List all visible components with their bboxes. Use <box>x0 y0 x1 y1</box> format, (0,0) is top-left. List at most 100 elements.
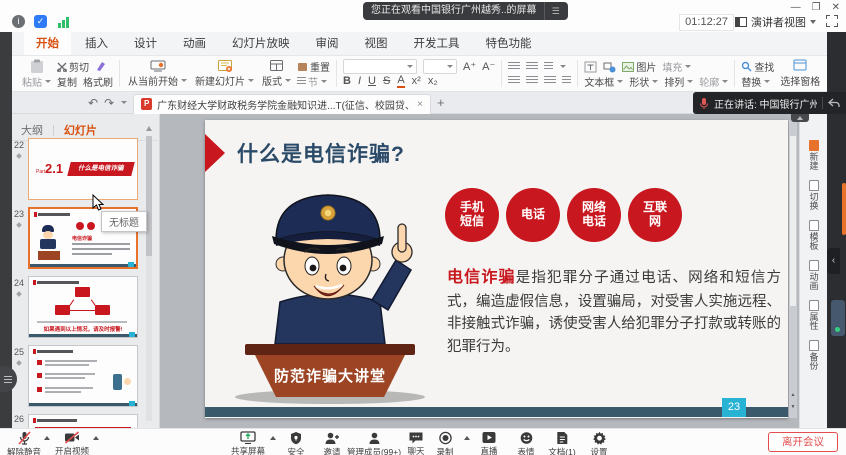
reply-arrow-icon[interactable] <box>828 98 840 108</box>
manage-members-button[interactable]: 管理成员(99+) <box>347 431 401 455</box>
start-video-button[interactable]: 开启视频 <box>55 431 89 455</box>
body-highlight: 电信诈骗 <box>447 269 516 286</box>
section-button[interactable]: 节 <box>297 74 327 89</box>
video-thumbnail-sliver[interactable] <box>831 300 845 336</box>
bold-button[interactable]: B <box>343 75 351 87</box>
new-tab-button[interactable]: + <box>437 95 445 110</box>
picture-button[interactable]: 图片 <box>622 59 656 74</box>
thumbnail-slide-22[interactable]: Part 2.1 什么是电信诈骗 <box>28 138 138 200</box>
chat-button[interactable]: 聊天 <box>407 431 424 455</box>
outline-button[interactable]: 轮廓 <box>699 74 728 89</box>
arrange-button[interactable]: 排列 <box>664 74 693 89</box>
record-button[interactable]: 录制 <box>436 431 453 455</box>
next-slide-button[interactable]: ▼ <box>789 404 797 410</box>
numbered-list-icon[interactable] <box>526 62 538 71</box>
font-size-select[interactable] <box>423 59 457 74</box>
replace-button[interactable]: 替换 <box>741 74 770 89</box>
undo-dropdown-icon[interactable] <box>121 101 127 104</box>
strikethrough-button[interactable]: S <box>383 75 390 87</box>
previous-slide-button[interactable]: ▲ <box>789 392 797 398</box>
security-button[interactable]: 安全 <box>287 431 304 455</box>
cut-button[interactable]: 剪切 <box>57 59 89 74</box>
underline-button[interactable]: U <box>368 75 376 87</box>
tab-review[interactable]: 审阅 <box>304 31 351 55</box>
live-button[interactable]: 直播 <box>480 431 497 455</box>
line-spacing-icon[interactable] <box>562 76 571 85</box>
tab-slideshow[interactable]: 幻灯片放映 <box>220 31 302 55</box>
unmute-button[interactable]: 解除静音 <box>7 431 41 455</box>
shapes-icon[interactable] <box>603 61 616 73</box>
thumbnail-slide-24[interactable]: 如果遇到以上情况，请及时报警! <box>28 276 138 338</box>
docs-button[interactable]: 文档(1) <box>548 431 575 455</box>
textbox-button[interactable]: 文本框 <box>584 74 623 89</box>
sidebar-item-transition[interactable]: 切换 <box>800 180 828 212</box>
leave-meeting-button[interactable]: 离开会议 <box>768 432 838 452</box>
align-right-icon[interactable] <box>544 76 556 85</box>
panel-collapse-button[interactable]: ‹ <box>827 248 840 274</box>
share-screen-button[interactable]: 共享屏幕 <box>231 431 265 455</box>
slide-canvas[interactable]: 什么是电信诈骗? 防范诈骗大讲堂 <box>205 120 788 418</box>
format-painter-button[interactable]: 格式刷 <box>83 74 113 89</box>
layout-button[interactable]: 版式 <box>260 58 293 89</box>
find-button[interactable]: 查找 <box>741 59 774 74</box>
share-options-caret[interactable] <box>270 436 276 440</box>
subscript-button[interactable]: x₂ <box>428 75 438 87</box>
font-family-select[interactable] <box>343 59 417 74</box>
camera-options-caret[interactable] <box>93 436 99 440</box>
format-painter-icon[interactable] <box>95 61 106 72</box>
gear-icon <box>592 431 606 445</box>
document-tab[interactable]: P 广东财经大学财政税务学院金融知识进...T(征信、校园贷、电信诈骗) .pp… <box>133 94 431 114</box>
text-frame-icon[interactable] <box>584 61 597 73</box>
view-mode-switch[interactable]: 演讲者视图 <box>735 14 816 30</box>
tab-insert[interactable]: 插入 <box>73 31 120 55</box>
bullet-list-icon[interactable] <box>508 62 520 71</box>
invite-button[interactable]: 邀请 <box>323 431 340 455</box>
tab-slides[interactable]: 幻灯片 <box>55 122 106 138</box>
fullscreen-icon[interactable] <box>826 15 838 27</box>
emoji-button[interactable]: 表情 <box>517 431 534 455</box>
reset-button[interactable]: 重置 <box>297 59 330 74</box>
tab-home[interactable]: 开始 <box>24 31 71 55</box>
toast-collapse-chip[interactable] <box>791 114 809 122</box>
new-slide-button[interactable]: 新建幻灯片 <box>193 58 256 89</box>
settings-button[interactable]: 设置 <box>590 431 607 455</box>
font-color-button[interactable]: A <box>397 74 404 88</box>
sidebar-item-properties[interactable]: 属性 <box>800 300 828 332</box>
tab-special[interactable]: 特色功能 <box>474 31 544 55</box>
record-options-caret[interactable] <box>464 436 470 440</box>
sidebar-item-template[interactable]: 模板 <box>800 220 828 252</box>
shrink-font-button[interactable]: A⁻ <box>482 60 495 73</box>
paste-button[interactable]: 粘贴 <box>20 58 53 89</box>
tab-developer[interactable]: 开发工具 <box>402 31 472 55</box>
thumbnail-slide-26[interactable] <box>28 414 138 428</box>
italic-button[interactable]: I <box>358 75 361 87</box>
editor-scrollbar[interactable] <box>789 120 797 418</box>
info-icon[interactable]: i <box>12 15 25 28</box>
align-left-icon[interactable] <box>508 76 520 85</box>
superscript-button[interactable]: x² <box>412 75 421 87</box>
security-shield-icon[interactable]: ✓ <box>34 15 47 28</box>
scroll-up-icon[interactable] <box>146 126 152 131</box>
align-center-icon[interactable] <box>526 76 538 85</box>
fill-button[interactable]: 填充 <box>662 59 691 74</box>
tab-design[interactable]: 设计 <box>122 31 169 55</box>
shape-button[interactable]: 形状 <box>629 74 658 89</box>
grow-font-button[interactable]: A⁺ <box>463 60 476 73</box>
undo-button[interactable]: ↶ <box>88 96 98 110</box>
thumbnail-scrollbar[interactable] <box>146 136 152 421</box>
play-from-current-button[interactable]: 从当前开始 <box>126 58 189 89</box>
selection-pane-button[interactable]: 选择窗格 <box>778 58 822 89</box>
redo-button[interactable]: ↷ <box>104 96 114 110</box>
copy-button[interactable]: 复制 <box>57 74 77 89</box>
sidebar-item-animation[interactable]: 动画 <box>800 260 828 292</box>
mic-options-caret[interactable] <box>44 436 50 440</box>
thumbnail-slide-25[interactable] <box>28 345 138 407</box>
sidebar-item-backup[interactable]: 备份 <box>800 340 828 372</box>
sidebar-item-new[interactable]: 新建 <box>800 140 828 172</box>
tab-view[interactable]: 视图 <box>353 31 400 55</box>
tab-close-icon[interactable]: × <box>417 99 423 110</box>
microphone-icon <box>699 97 709 110</box>
tab-outline[interactable]: 大纲 <box>12 122 52 138</box>
tab-animation[interactable]: 动画 <box>171 31 218 55</box>
indent-icon[interactable] <box>544 62 553 71</box>
